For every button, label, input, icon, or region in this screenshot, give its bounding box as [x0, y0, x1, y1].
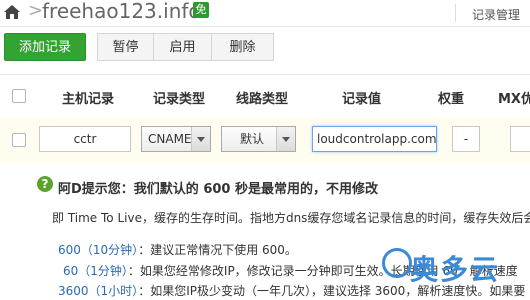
free-badge: 免: [193, 2, 209, 18]
line-type-select[interactable]: 默认: [221, 126, 296, 152]
ttl-option-3600[interactable]: 3600（1小时）: [58, 284, 138, 298]
record-type-value: CNAME: [148, 132, 192, 146]
ttl-option-600[interactable]: 600（10分钟）: [58, 243, 138, 257]
column-line: 线路类型: [236, 92, 289, 107]
column-mx: MX优: [498, 92, 530, 107]
line-type-value: 默认: [240, 132, 265, 146]
record-value-input[interactable]: loudcontrolapp.com: [312, 126, 437, 152]
watermark-logo-icon: [382, 248, 412, 278]
tip-item-600: 600（10分钟）：建议正常情况下使用 600。: [58, 241, 297, 258]
divider: [455, 4, 456, 22]
breadcrumb-separator-icon: >: [28, 0, 44, 21]
home-icon[interactable]: [3, 3, 21, 21]
column-host: 主机记录: [62, 92, 115, 107]
table-header: 主机记录 记录类型 线路类型 记录值 权重 MX优: [0, 74, 530, 118]
select-all-checkbox[interactable]: [12, 89, 26, 103]
column-value: 记录值: [342, 92, 382, 107]
record-type-select[interactable]: CNAME: [141, 126, 211, 152]
mx-input[interactable]: [510, 126, 530, 152]
delete-button[interactable]: 删除: [212, 33, 274, 61]
ttl-option-60[interactable]: 60（1分钟）: [63, 264, 128, 278]
watermark-text: 奥多云: [410, 253, 501, 286]
add-record-button[interactable]: 添加记录: [4, 33, 86, 61]
table-row: cctr CNAME 默认 loudcontrolapp.com -: [0, 117, 530, 164]
top-bar: > freehao123.info 免 记录管理: [0, 0, 530, 27]
row-checkbox[interactable]: [12, 133, 26, 147]
ttl-note-600: ：建议正常情况下使用 600。: [138, 243, 297, 257]
question-icon: ?: [37, 176, 53, 192]
host-input[interactable]: cctr: [39, 126, 131, 152]
chevron-down-icon: [191, 127, 210, 151]
weight-input[interactable]: -: [452, 126, 480, 152]
tip-title: 阿D提示您：我们默认的 600 秒是最常用的，不用修改: [58, 182, 378, 197]
enable-button[interactable]: 启用: [154, 33, 212, 61]
column-type: 记录类型: [153, 92, 206, 107]
tip-description: 即 Time To Live，缓存的生存时间。指地方dns缓存您域名记录信息的时…: [52, 211, 530, 225]
chevron-down-icon: [276, 127, 295, 151]
pause-button[interactable]: 暂停: [97, 33, 154, 61]
record-management-link[interactable]: 记录管理: [472, 6, 520, 23]
domain-name: freehao123.info: [42, 0, 201, 23]
column-weight: 权重: [438, 92, 465, 107]
